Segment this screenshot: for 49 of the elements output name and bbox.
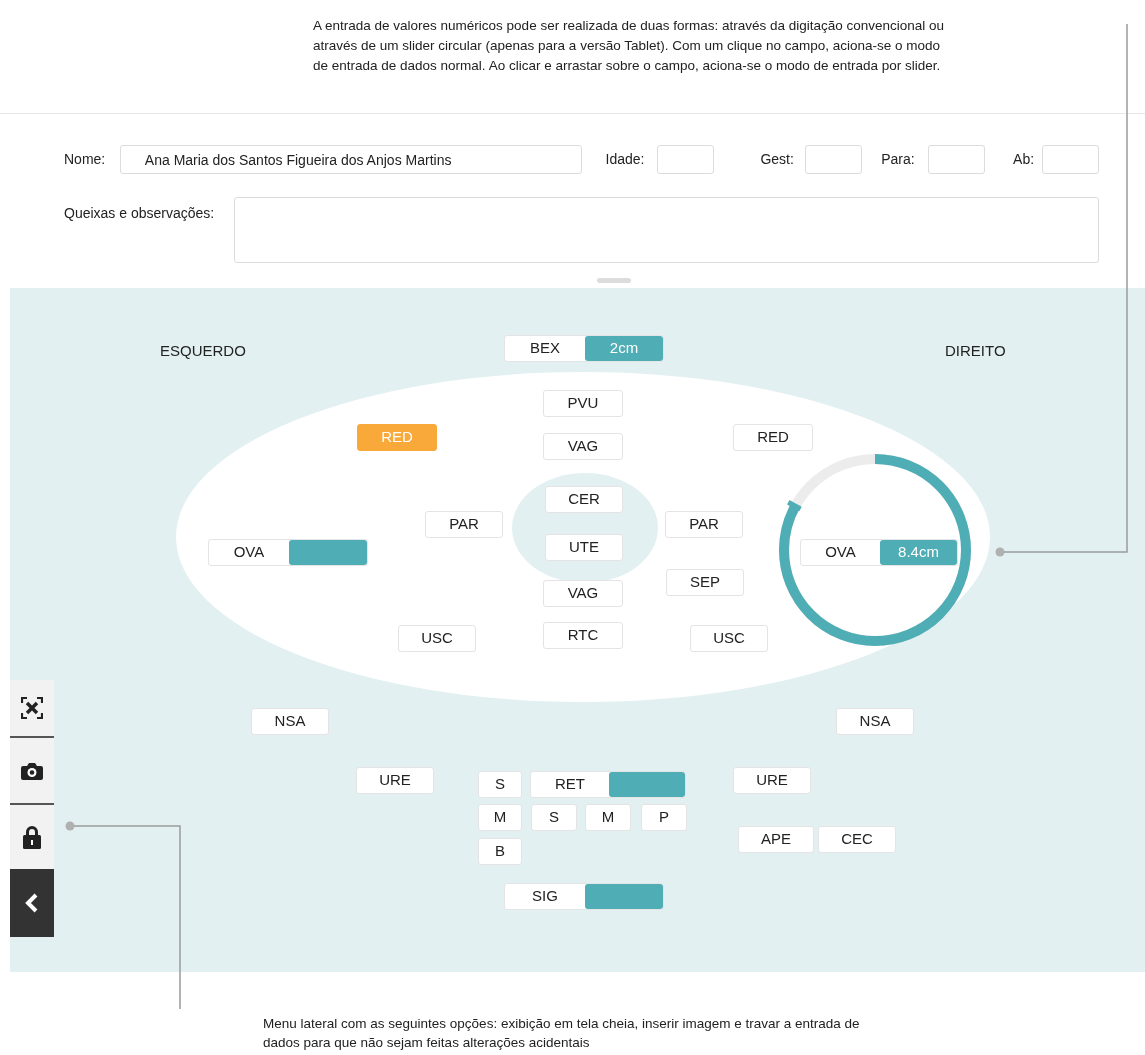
chevron-left-icon [25, 893, 39, 913]
tag-button[interactable]: SEP [666, 569, 744, 596]
drag-handle[interactable] [596, 278, 631, 283]
tag-button[interactable]: RTC [543, 622, 623, 649]
field-label: Idade: [605, 150, 646, 169]
tag-button[interactable]: USC [398, 625, 476, 652]
side-menu-button[interactable] [10, 738, 54, 803]
number-field[interactable] [805, 145, 863, 174]
tag-button[interactable]: CEC [818, 826, 896, 853]
notes-field[interactable] [234, 197, 1099, 263]
tag-button[interactable]: UTE [545, 534, 623, 561]
field-label: Queixas e observações: [64, 204, 216, 223]
tag-button[interactable]: URE [733, 767, 811, 794]
tag-button[interactable]: VAG [543, 580, 623, 607]
tag-button[interactable]: P [641, 804, 687, 831]
tag-button[interactable]: PAR [425, 511, 503, 538]
camera-icon [21, 761, 43, 780]
side-menu-button[interactable] [10, 680, 54, 736]
side-menu-button[interactable] [10, 869, 54, 937]
lock-icon [23, 825, 41, 849]
side-label: ESQUERDO [160, 342, 246, 360]
tag-button[interactable]: M [585, 804, 631, 831]
number-field[interactable] [928, 145, 986, 174]
field-label: Para: [881, 150, 916, 169]
name-field[interactable]: Ana Maria dos Santos Figueira dos Anjos Martins [119, 145, 582, 174]
tag-button[interactable]: PVU [543, 390, 623, 417]
field-label: Gest: [760, 150, 795, 169]
tag-button[interactable]: S [478, 771, 522, 798]
tag-button[interactable]: NSA [836, 708, 914, 735]
tag-button[interactable]: USC [690, 625, 768, 652]
tag-button[interactable]: NSA [251, 708, 329, 735]
fullscreen-icon [21, 697, 43, 719]
annotation-text: A entrada de valores numéricos pode ser realizada de duas formas: através da digitação convencional ou através de um slider circular (apenas para a versão Tablet). Com um clique no campo, aciona-se o modo de entrada de dados normal. Ao clicar e arrastar sobre o campo, aciona-se o modo de entrada por slider. [313, 17, 946, 75]
tag-button[interactable]: B [478, 838, 522, 865]
number-field[interactable] [1042, 145, 1099, 174]
number-field[interactable] [657, 145, 715, 174]
side-label: DIREITO [945, 342, 1006, 360]
tag-button[interactable]: M [478, 804, 522, 831]
field-label: Nome: [64, 150, 107, 169]
tag-button[interactable]: VAG [543, 433, 623, 460]
tag-button[interactable]: APE [738, 826, 814, 853]
side-menu-button[interactable] [10, 805, 54, 869]
field-label: Ab: [1013, 150, 1036, 169]
tag-button[interactable]: RED [733, 424, 813, 451]
annotation-text: Menu lateral com as seguintes opções: exibição em tela cheia, inserir imagem e travar a entrada de dados para que não sejam feitas alterações acidentais [263, 1015, 860, 1052]
tag-button[interactable]: CER [545, 486, 623, 513]
tag-button[interactable]: S [531, 804, 577, 831]
tag-button[interactable]: PAR [665, 511, 743, 538]
tag-button[interactable]: URE [356, 767, 434, 794]
